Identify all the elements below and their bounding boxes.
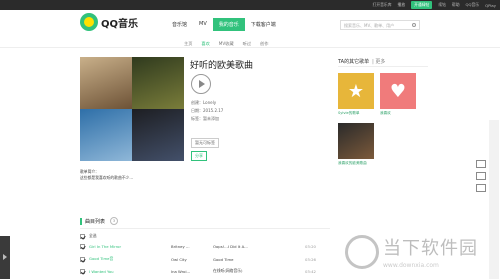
subnav-item-likes[interactable]: 喜欢: [201, 41, 209, 47]
description-text: 这些都是我喜欢听的歌曲不少…: [80, 175, 134, 180]
sidebar-playlist-caption[interactable]: Sylvie的歌单: [338, 111, 360, 116]
sub-nav: 主页 喜欢 MV收藏 听过 创作: [0, 37, 500, 48]
back-to-top-icon[interactable]: [476, 160, 486, 168]
playlist-creator: 创建：Lonely: [191, 100, 217, 105]
header: QQ音乐 音乐馆 MV 我的音乐 下载客户端 搜索音乐、MV、歌单、用户: [0, 10, 500, 37]
select-all-row: 全选: [80, 231, 330, 241]
sidebar-playlist-card[interactable]: ♥: [380, 73, 416, 109]
top-link-renew[interactable]: 续钻: [438, 2, 446, 8]
search-icon[interactable]: [412, 23, 416, 27]
duration: 03:20: [305, 243, 316, 249]
album-cover: [132, 57, 184, 109]
duration: 03:26: [305, 256, 316, 262]
chevron-down-icon[interactable]: [476, 184, 486, 192]
album-name[interactable]: Good Time: [213, 257, 305, 262]
sidebar-playlist-caption[interactable]: 我喜欢: [380, 111, 391, 116]
heart-icon: ♥: [389, 80, 407, 102]
watermark: 当下软件园 www.downxia.com: [345, 234, 478, 269]
singer-name[interactable]: Ina Wroi...: [171, 269, 213, 274]
top-bar: 打开音乐库 播放 开通绿钻 续钻 帮助 QQ音乐 QPlay: [0, 0, 500, 10]
singer-name[interactable]: Owl City: [171, 257, 213, 262]
logo[interactable]: QQ音乐: [80, 13, 138, 31]
song-list-title: 曲目列表: [85, 218, 106, 225]
search-placeholder: 搜索音乐、MV、歌单、用户: [344, 23, 395, 28]
row-checkbox[interactable]: [80, 268, 85, 274]
album-name[interactable]: 在线听(网络音乐): [213, 268, 305, 274]
subnav-item-home[interactable]: 主页: [184, 41, 192, 47]
top-link-help[interactable]: 帮助: [452, 2, 460, 8]
sidebar-more-link[interactable]: | 更多: [372, 59, 385, 65]
section-marker: [80, 217, 82, 225]
playlist-date: 日期：2015.2.17: [191, 108, 224, 113]
watermark-text: 当下软件园 www.downxia.com: [383, 234, 478, 269]
star-icon: ★: [347, 80, 365, 102]
playlist-tags: 标签：暂未添加: [191, 116, 219, 121]
top-link-qqmusic[interactable]: QQ音乐: [466, 2, 480, 8]
nav-item-mv[interactable]: MV: [193, 18, 213, 31]
play-button[interactable]: [191, 74, 211, 94]
player-toggle-handle[interactable]: [0, 236, 10, 279]
sidebar-title-text: TA的其它歌单: [338, 59, 370, 65]
singer-name[interactable]: Britney ...: [171, 244, 213, 249]
right-scroll-track[interactable]: [489, 120, 499, 279]
share-button[interactable]: 分享: [191, 151, 207, 161]
sidebar-playlist-card[interactable]: [338, 123, 374, 159]
song-name[interactable]: Good Time音: [89, 256, 171, 262]
playlist-title: 好听的欧美歌曲: [190, 61, 254, 71]
table-row[interactable]: Girl In The Mirror Britney ... Oops!...I…: [80, 241, 330, 251]
select-all-checkbox[interactable]: [80, 233, 85, 239]
watermark-brand: 当下软件园: [383, 238, 478, 259]
feedback-icon[interactable]: [476, 172, 486, 180]
album-cover: [132, 109, 184, 161]
watermark-logo-icon: [345, 234, 379, 269]
table-row[interactable]: I Wanted You Ina Wroi... 在线听(网络音乐) 03:42: [80, 266, 330, 276]
top-link-qplay[interactable]: QPlay: [485, 3, 496, 8]
tag-button[interactable]: 暂无可标签: [191, 138, 219, 148]
song-count-badge: 3: [110, 217, 119, 225]
qq-music-logo-icon: [80, 13, 98, 31]
nav-item-my-music[interactable]: 我的音乐: [212, 18, 245, 31]
duration: 03:42: [305, 268, 316, 274]
top-link-play[interactable]: 播放: [398, 2, 406, 8]
divider: [80, 228, 330, 229]
table-row[interactable]: Good Time音 Owl City Good Time 03:26: [80, 254, 330, 264]
logo-text: QQ音乐: [101, 18, 139, 30]
song-name[interactable]: I Wanted You: [89, 269, 171, 274]
album-name[interactable]: Oops!...I Did It A...: [213, 244, 305, 249]
top-links: 打开音乐库 播放 开通绿钻 续钻 帮助 QQ音乐 QPlay: [373, 1, 496, 9]
subnav-item-history[interactable]: 听过: [243, 41, 251, 47]
sidebar-playlist-caption[interactable]: 我喜欢的欧美歌曲: [338, 161, 367, 166]
album-cover: [80, 57, 132, 109]
song-list-header: 曲目列表 3: [80, 216, 330, 226]
nav-item-music-hall[interactable]: 音乐馆: [166, 18, 193, 31]
row-checkbox[interactable]: [80, 256, 85, 262]
row-checkbox[interactable]: [80, 243, 85, 249]
search-input[interactable]: 搜索音乐、MV、歌单、用户: [340, 20, 420, 30]
select-all-label: 全选: [89, 233, 97, 238]
divider: [338, 66, 428, 67]
sub-nav-row: 主页 喜欢 MV收藏 听过 创作: [184, 39, 434, 49]
song-name[interactable]: Girl In The Mirror: [89, 244, 171, 249]
top-link-library[interactable]: 打开音乐库: [373, 2, 392, 8]
sidebar-playlist-card[interactable]: ★: [338, 73, 374, 109]
watermark-url: www.downxia.com: [383, 262, 439, 269]
subnav-item-creation[interactable]: 创作: [260, 41, 268, 47]
subnav-item-mv-collection[interactable]: MV收藏: [219, 41, 234, 47]
nav-item-download-client[interactable]: 下载客户端: [245, 18, 282, 31]
top-link-vip[interactable]: 开通绿钻: [411, 1, 433, 9]
sidebar-title: TA的其它歌单 | 更多: [338, 58, 385, 65]
main-nav: 音乐馆 MV 我的音乐 下载客户端: [166, 18, 282, 31]
album-cover: [80, 109, 132, 161]
playlist-cover-grid: [80, 57, 184, 161]
